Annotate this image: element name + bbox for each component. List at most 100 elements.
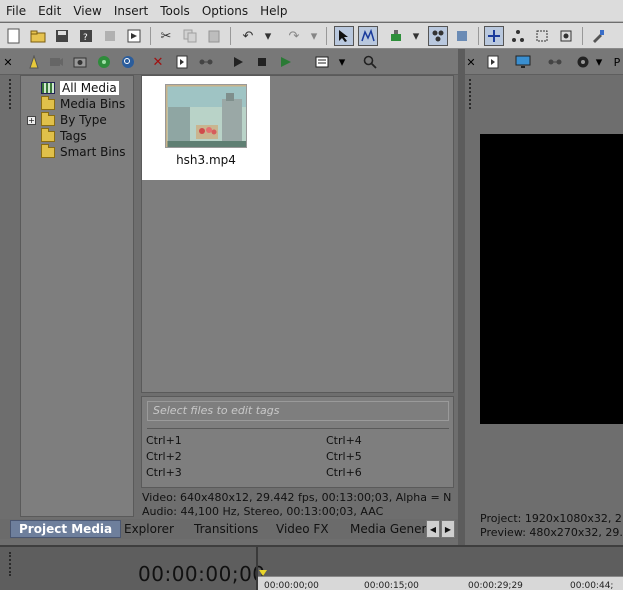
folder-icon — [41, 95, 55, 110]
media-filename: hsh3.mp4 — [176, 153, 236, 167]
tag-shortcut-6[interactable]: Ctrl+6 — [326, 466, 362, 479]
folder-icon — [41, 111, 55, 126]
external-monitor-icon[interactable] — [513, 52, 533, 72]
zoom-tool-icon[interactable] — [556, 26, 576, 46]
search-media-icon[interactable] — [118, 52, 138, 72]
copy-icon[interactable] — [180, 26, 200, 46]
tag-shortcut-3[interactable]: Ctrl+3 — [146, 466, 182, 479]
project-media-toolbar: ✕ ✕ ▾ — [0, 49, 460, 75]
remove-media-icon[interactable]: ✕ — [148, 52, 168, 72]
menu-edit[interactable]: Edit — [32, 4, 67, 18]
tab-transitions[interactable]: Transitions — [186, 520, 266, 538]
selection-icon[interactable] — [532, 26, 552, 46]
tree-item-label: Tags — [60, 129, 87, 143]
media-fx-icon[interactable] — [196, 52, 216, 72]
tab-video-fx[interactable]: Video FX — [268, 520, 337, 538]
menu-bar: File Edit View Insert Tools Options Help — [0, 0, 623, 22]
new-project-icon[interactable] — [4, 26, 24, 46]
media-thumbnail — [165, 84, 247, 148]
paste-icon[interactable] — [204, 26, 224, 46]
normal-edit-tool-icon[interactable] — [334, 26, 354, 46]
folder-icon — [41, 143, 55, 158]
left-panel-grip[interactable] — [9, 79, 13, 109]
folder-icon — [41, 127, 55, 142]
tree-item-label: All Media — [60, 81, 119, 95]
preview-properties-icon[interactable] — [483, 52, 503, 72]
views-dropdown-icon[interactable]: ▾ — [336, 52, 348, 72]
menu-help[interactable]: Help — [254, 4, 293, 18]
tree-item-all-media[interactable]: All Media — [41, 80, 119, 96]
menu-file[interactable]: File — [0, 4, 32, 18]
open-folder-icon[interactable] — [28, 26, 48, 46]
lock-envelopes-icon[interactable] — [452, 26, 472, 46]
tab-media-generators[interactable]: Media Genera — [342, 520, 426, 538]
menu-options[interactable]: Options — [196, 4, 254, 18]
tag-shortcut-2[interactable]: Ctrl+2 — [146, 450, 182, 463]
save-icon[interactable] — [52, 26, 72, 46]
save-as-icon[interactable]: ? — [76, 26, 96, 46]
ruler-tick: 00:00:44; — [570, 581, 614, 590]
close-panel-icon[interactable]: ✕ — [2, 52, 14, 72]
timeline-ruler[interactable]: 00:00:00;00 00:00:15;00 00:00:29;29 00:0… — [258, 576, 623, 590]
tree-item-smart-bins[interactable]: Smart Bins — [41, 143, 126, 160]
snap-dropdown-icon[interactable]: ▾ — [410, 26, 422, 46]
tree-item-media-bins[interactable]: Media Bins — [41, 95, 126, 112]
tabs-scroll-right-icon[interactable]: ▶ — [441, 520, 455, 538]
panel-splitter[interactable] — [458, 49, 465, 545]
ruler-tick: 00:00:00;00 — [264, 581, 319, 590]
import-media-icon[interactable] — [24, 52, 44, 72]
expand-icon[interactable]: + — [27, 115, 36, 125]
ruler-tick: 00:00:29;29 — [468, 581, 523, 590]
project-info: Project: 1920x1080x32, 2 — [480, 512, 622, 525]
tag-shortcut-5[interactable]: Ctrl+5 — [326, 450, 362, 463]
split-screen-dropdown-icon[interactable]: ▾ — [593, 52, 605, 72]
main-toolbar: ? ✂ ↶ ▾ ↷ ▾ ▾ — [0, 23, 623, 49]
preview-quality-label[interactable]: P — [611, 52, 623, 72]
search-icon[interactable] — [360, 52, 380, 72]
capture-video-icon[interactable] — [46, 52, 66, 72]
tags-input[interactable]: Select files to edit tags — [147, 401, 449, 421]
tabs-scroll-left-icon[interactable]: ◀ — [426, 520, 440, 538]
media-properties-icon[interactable] — [172, 52, 192, 72]
enable-snapping-icon[interactable] — [484, 26, 504, 46]
redo-dropdown-icon[interactable]: ▾ — [308, 26, 320, 46]
split-screen-icon[interactable] — [573, 52, 593, 72]
snap-icon[interactable] — [386, 26, 406, 46]
auto-preview-icon[interactable] — [276, 52, 296, 72]
envelope-tool-icon[interactable] — [358, 26, 378, 46]
preview-info: Preview: 480x270x32, 29. — [480, 526, 623, 539]
paint-brush-icon[interactable] — [588, 26, 608, 46]
tree-item-by-type[interactable]: + By Type — [27, 111, 107, 128]
node-icon[interactable] — [508, 26, 528, 46]
properties-icon[interactable] — [124, 26, 144, 46]
menu-view[interactable]: View — [67, 4, 107, 18]
render-icon[interactable] — [100, 26, 120, 46]
video-preview — [480, 134, 623, 424]
tag-shortcut-1[interactable]: Ctrl+1 — [146, 434, 182, 447]
get-photo-icon[interactable] — [70, 52, 90, 72]
menu-insert[interactable]: Insert — [108, 4, 154, 18]
all-media-icon — [41, 82, 55, 94]
right-panel-grip[interactable] — [469, 79, 473, 109]
media-tree: All Media Media Bins + By Type Tags Smar… — [20, 75, 134, 517]
extract-audio-icon[interactable] — [94, 52, 114, 72]
close-preview-icon[interactable]: ✕ — [465, 52, 477, 72]
timeline-grip[interactable] — [9, 552, 13, 576]
tab-explorer[interactable]: Explorer — [116, 520, 182, 538]
menu-tools[interactable]: Tools — [154, 4, 196, 18]
redo-icon[interactable]: ↷ — [284, 26, 304, 46]
auto-ripple-icon[interactable] — [428, 26, 448, 46]
cut-icon[interactable]: ✂ — [156, 26, 176, 46]
preview-toolbar: ✕ ▾ P — [465, 49, 623, 75]
play-icon[interactable] — [228, 52, 248, 72]
views-icon[interactable] — [312, 52, 332, 72]
tab-project-media[interactable]: Project Media — [10, 520, 122, 538]
tree-item-tags[interactable]: Tags — [41, 127, 87, 144]
tree-item-label: Media Bins — [60, 97, 126, 111]
stop-icon[interactable] — [252, 52, 272, 72]
undo-dropdown-icon[interactable]: ▾ — [262, 26, 274, 46]
tag-shortcut-4[interactable]: Ctrl+4 — [326, 434, 362, 447]
playhead-marker-icon[interactable] — [259, 570, 267, 576]
undo-icon[interactable]: ↶ — [238, 26, 258, 46]
video-fx-icon[interactable] — [545, 52, 565, 72]
